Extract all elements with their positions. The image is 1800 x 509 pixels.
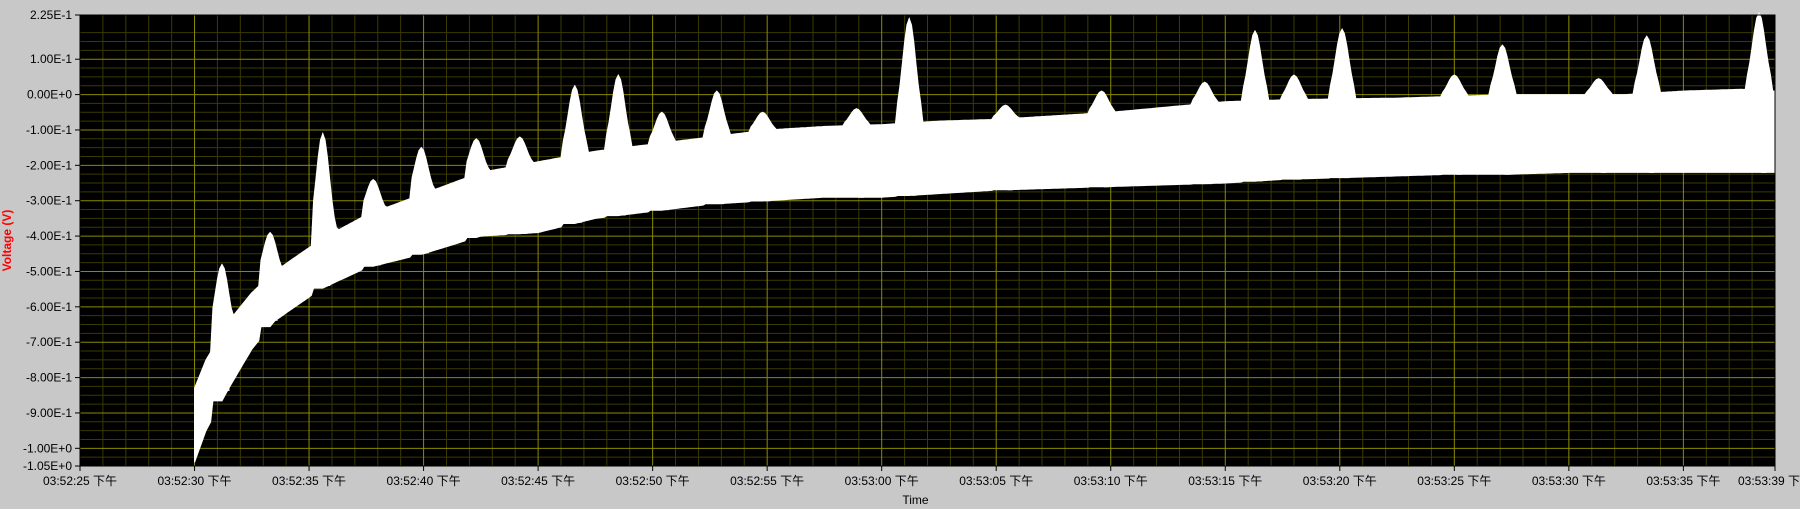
- y-tick-label: -7.00E-1: [26, 335, 72, 349]
- y-tick-label: -8.00E-1: [26, 371, 72, 385]
- y-tick-label: 0.00E+0: [27, 88, 72, 102]
- y-tick-label: -1.00E+0: [23, 441, 72, 455]
- x-tick-label: 03:52:30 下午: [158, 474, 232, 488]
- x-tick-label: 03:52:35 下午: [272, 474, 346, 488]
- x-tick-label: 03:53:05 下午: [959, 474, 1033, 488]
- x-tick-label: 03:52:55 下午: [730, 474, 804, 488]
- x-tick-label: 03:53:15 下午: [1188, 474, 1262, 488]
- x-tick-label: 03:52:50 下午: [616, 474, 690, 488]
- y-tick-label: -1.00E-1: [26, 123, 72, 137]
- x-tick-label: 03:53:20 下午: [1303, 474, 1377, 488]
- voltage-chart: 03:52:25 下午 03:52:30 下午 03:52:35 下午 03:52:4…: [0, 0, 1800, 507]
- x-tick-label: 03:53:25 下午: [1417, 474, 1491, 488]
- x-tick-label: 03:53:35 下午: [1646, 474, 1720, 488]
- x-tick-label: 03:53:39 下午: [1738, 474, 1800, 488]
- y-axis-label: Voltage (V): [0, 210, 14, 272]
- x-tick-label: 03:52:25 下午: [43, 474, 117, 488]
- y-tick-label: -5.00E-1: [26, 264, 72, 278]
- y-tick-label: -4.00E-1: [26, 229, 72, 243]
- y-tick-label: -2.00E-1: [26, 158, 72, 172]
- x-tick-label: 03:53:00 下午: [845, 474, 919, 488]
- x-tick-label: 03:52:40 下午: [387, 474, 461, 488]
- x-tick-label: 03:52:45 下午: [501, 474, 575, 488]
- y-tick-label: -1.05E+0: [23, 459, 72, 473]
- x-axis-label: Time: [902, 493, 929, 504]
- chart-svg: 03:52:25 下午 03:52:30 下午 03:52:35 下午 03:52:4…: [0, 8, 1800, 507]
- y-tick-label: -6.00E-1: [26, 300, 72, 314]
- y-tick-label: -9.00E-1: [26, 406, 72, 420]
- y-tick-label: -3.00E-1: [26, 194, 72, 208]
- x-tick-label: 03:53:30 下午: [1532, 474, 1606, 488]
- x-tick-label: 03:53:10 下午: [1074, 474, 1148, 488]
- y-tick-label: 1.00E-1: [30, 52, 72, 66]
- y-tick-label: 2.25E-1: [30, 8, 72, 22]
